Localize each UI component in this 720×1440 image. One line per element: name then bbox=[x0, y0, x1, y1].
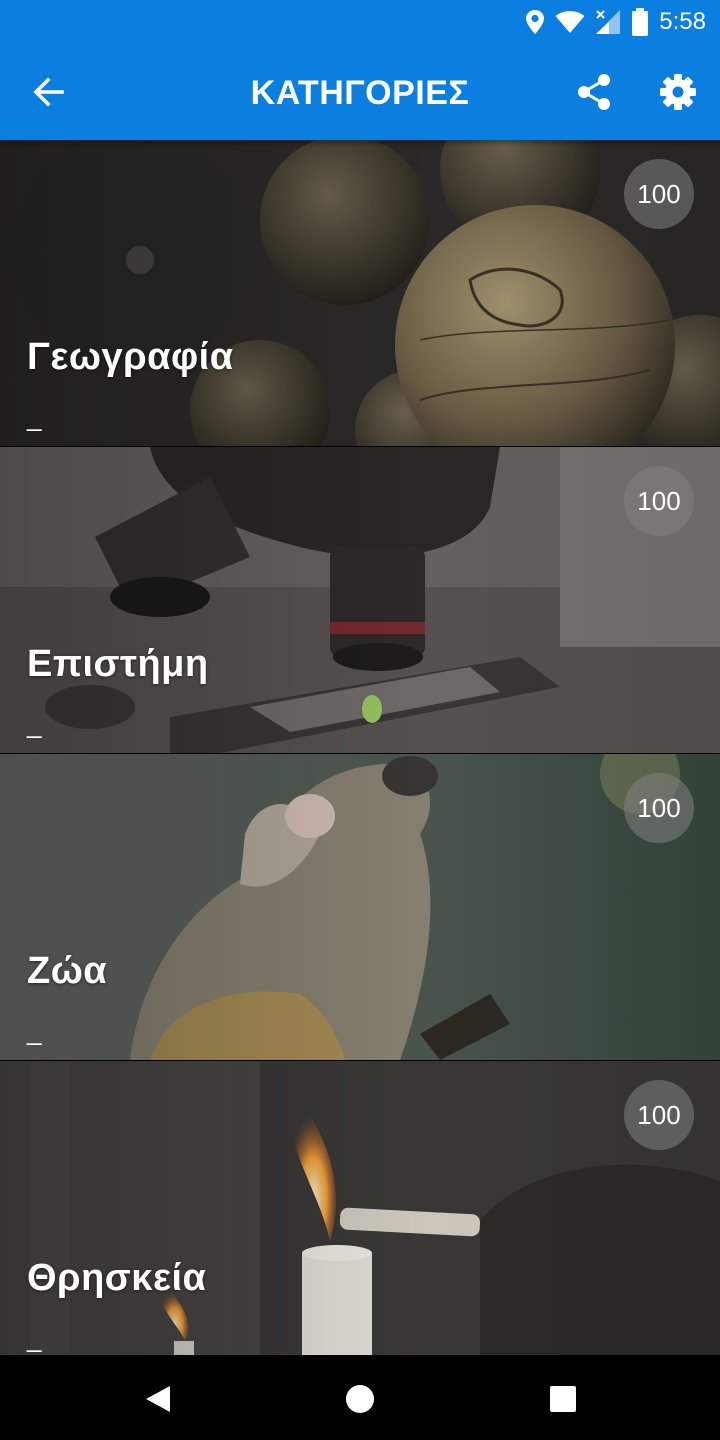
category-subtitle: _ bbox=[27, 1016, 42, 1046]
category-subtitle: _ bbox=[27, 1323, 42, 1353]
category-subtitle: _ bbox=[27, 402, 42, 432]
category-name: Γεωγραφία bbox=[27, 336, 234, 378]
signal-icon bbox=[596, 10, 621, 34]
system-nav-bar bbox=[0, 1355, 720, 1440]
category-list[interactable]: 100 Γεωγραφία _ 100 Επιστήμη _ 100 Ζώα _… bbox=[0, 140, 720, 1355]
share-button[interactable] bbox=[570, 68, 618, 116]
status-icons: 5:58 bbox=[525, 6, 706, 38]
settings-button[interactable] bbox=[654, 68, 702, 116]
nav-recents-button[interactable] bbox=[541, 1377, 585, 1421]
category-subtitle: _ bbox=[27, 709, 42, 739]
question-count-badge: 100 bbox=[624, 773, 694, 843]
wifi-icon bbox=[555, 11, 585, 33]
question-count-badge: 100 bbox=[624, 1080, 694, 1150]
nav-home-button[interactable] bbox=[338, 1377, 382, 1421]
status-time: 5:58 bbox=[659, 8, 706, 35]
question-count-badge: 100 bbox=[624, 159, 694, 229]
card-shade bbox=[0, 140, 720, 446]
back-button[interactable] bbox=[22, 68, 74, 116]
category-card-religion[interactable]: 100 Θρησκεία _ bbox=[0, 1061, 720, 1355]
location-icon bbox=[526, 10, 545, 34]
status-bar: 5:58 bbox=[0, 0, 720, 44]
card-shade bbox=[0, 754, 720, 1060]
app-bar: ΚΑΤΗΓΟΡΙΕΣ bbox=[0, 44, 720, 140]
category-name: Θρησκεία bbox=[27, 1257, 207, 1299]
back-arrow-icon bbox=[33, 77, 64, 107]
battery-icon bbox=[632, 8, 649, 36]
card-shade bbox=[0, 447, 720, 753]
share-icon bbox=[578, 74, 610, 110]
question-count-badge: 100 bbox=[624, 466, 694, 536]
card-shade bbox=[0, 1061, 720, 1355]
settings-gear-icon bbox=[660, 74, 696, 110]
home-circle-icon bbox=[346, 1385, 374, 1413]
back-triangle-icon bbox=[146, 1386, 170, 1412]
category-name: Ζώα bbox=[27, 950, 108, 992]
category-name: Επιστήμη bbox=[27, 643, 209, 685]
category-card-science[interactable]: 100 Επιστήμη _ bbox=[0, 447, 720, 753]
category-card-animals[interactable]: 100 Ζώα _ bbox=[0, 754, 720, 1060]
nav-back-button[interactable] bbox=[136, 1377, 180, 1421]
recents-square-icon bbox=[550, 1386, 576, 1412]
category-card-geography[interactable]: 100 Γεωγραφία _ bbox=[0, 140, 720, 446]
